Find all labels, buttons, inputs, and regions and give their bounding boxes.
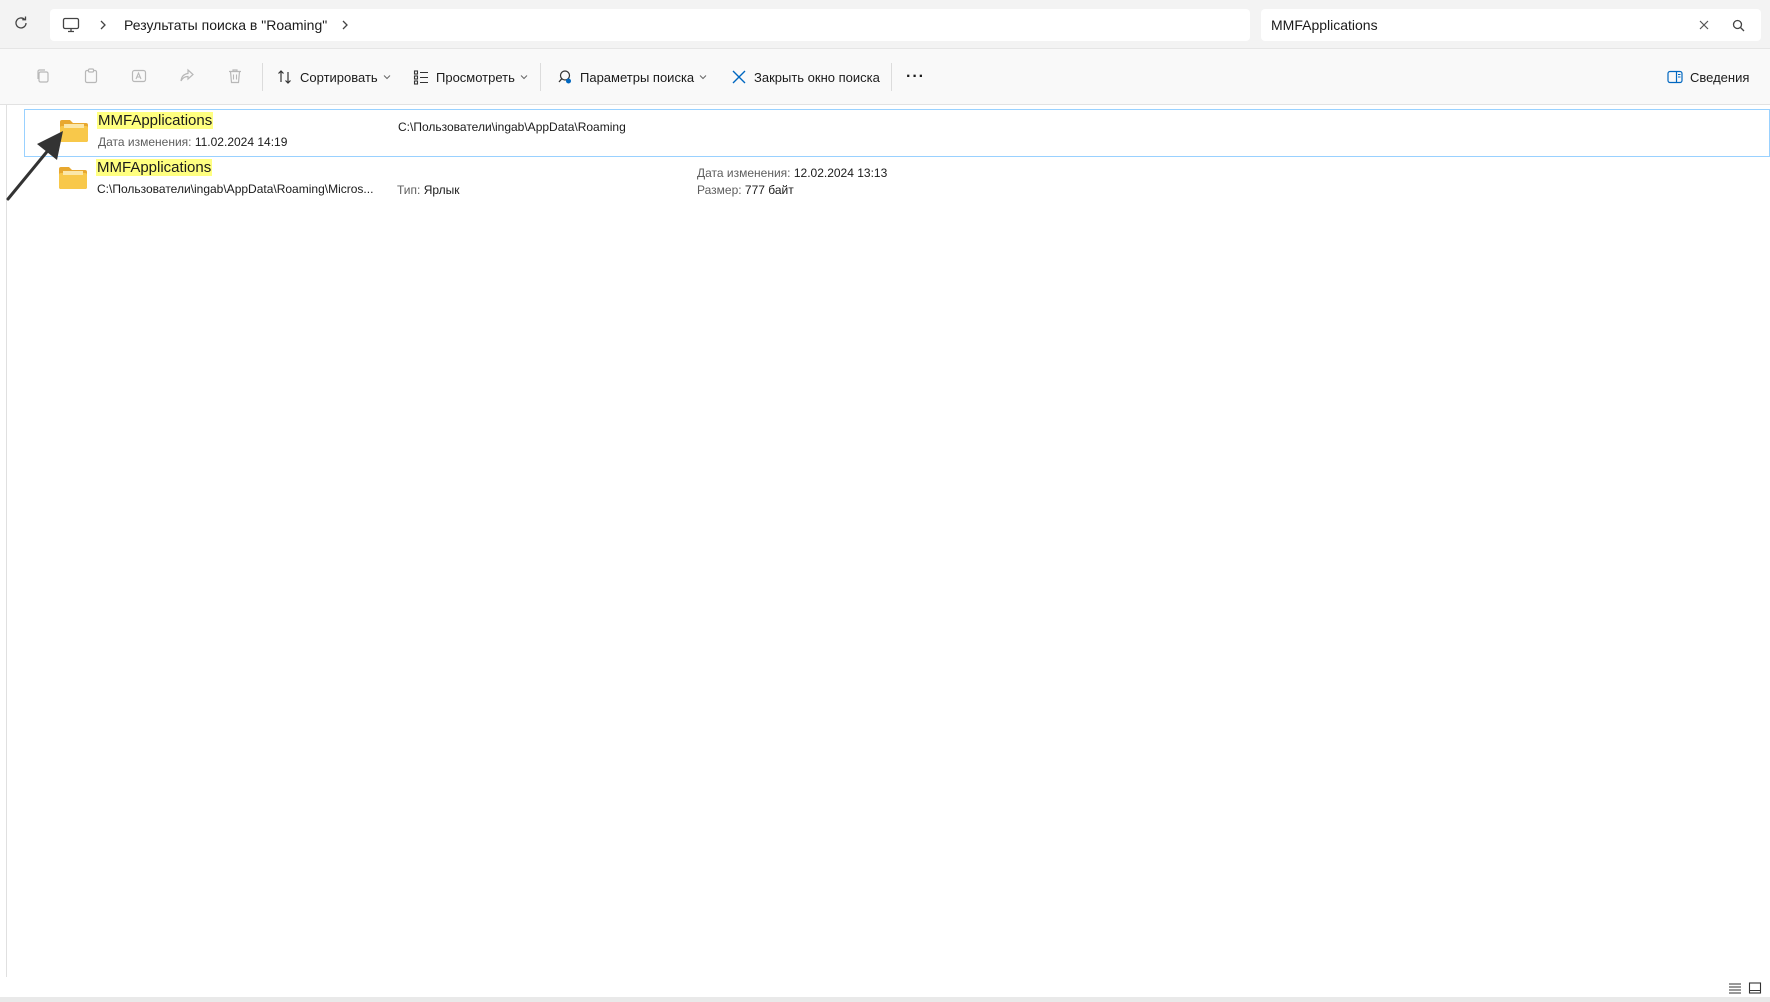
refresh-icon[interactable] bbox=[12, 14, 30, 32]
modified-value: 11.02.2024 14:19 bbox=[194, 135, 288, 149]
view-button[interactable]: Просмотреть bbox=[412, 63, 528, 91]
details-pane-icon bbox=[1667, 70, 1683, 84]
view-label: Просмотреть bbox=[436, 69, 515, 85]
large-icons-view-icon[interactable] bbox=[1748, 982, 1762, 994]
result-size: Размер: 777 байт bbox=[697, 183, 794, 197]
results-pane: MMFApplications Дата изменения: 11.02.20… bbox=[0, 105, 1770, 995]
result-location: C:\Пользователи\ingab\AppData\Roaming bbox=[398, 120, 626, 134]
chevron-down-icon bbox=[383, 75, 391, 80]
status-divider bbox=[0, 997, 1770, 1002]
chevron-down-icon bbox=[699, 75, 707, 80]
delete-icon[interactable] bbox=[226, 67, 244, 85]
chevron-down-icon bbox=[520, 75, 528, 80]
details-view-icon[interactable] bbox=[1728, 982, 1742, 994]
title-bar: Результаты поиска в "Roaming" MMFApplica… bbox=[0, 0, 1770, 49]
sort-label: Сортировать bbox=[300, 69, 378, 85]
modified-label: Дата изменения: bbox=[697, 166, 791, 180]
toolbar-separator bbox=[540, 63, 541, 91]
chevron-right-icon[interactable] bbox=[98, 18, 108, 32]
arrow-annotation bbox=[6, 131, 63, 201]
size-label: Размер: bbox=[697, 183, 742, 197]
close-search-label: Закрыть окно поиска bbox=[754, 69, 880, 85]
result-row[interactable]: MMFApplications Дата изменения: 11.02.20… bbox=[24, 109, 1770, 157]
more-label: ··· bbox=[906, 68, 925, 85]
rename-icon[interactable] bbox=[130, 67, 148, 85]
breadcrumb[interactable]: Результаты поиска в "Roaming" bbox=[124, 17, 327, 33]
sort-icon bbox=[278, 70, 291, 84]
type-value: Ярлык bbox=[423, 183, 460, 197]
pane-divider bbox=[6, 105, 7, 977]
computer-icon[interactable] bbox=[62, 17, 80, 33]
size-value: 777 байт bbox=[744, 183, 794, 197]
toolbar-separator bbox=[262, 63, 263, 91]
type-label: Тип: bbox=[397, 183, 421, 197]
command-bar: Сортировать Просмотреть Параметры поиска… bbox=[0, 49, 1770, 105]
close-icon[interactable] bbox=[1697, 18, 1711, 32]
view-icon bbox=[413, 70, 428, 85]
modified-value: 12.02.2024 13:13 bbox=[793, 166, 888, 180]
details-label: Сведения bbox=[1690, 69, 1750, 85]
search-input[interactable]: MMFApplications bbox=[1271, 17, 1378, 33]
result-modified: Дата изменения: 12.02.2024 13:13 bbox=[697, 166, 887, 180]
toolbar-separator bbox=[891, 63, 892, 91]
close-search-button[interactable]: Закрыть окно поиска bbox=[730, 63, 880, 91]
sort-button[interactable]: Сортировать bbox=[276, 63, 391, 91]
search-icon[interactable] bbox=[1731, 18, 1746, 33]
search-options-label: Параметры поиска bbox=[580, 69, 695, 85]
search-options-button[interactable]: Параметры поиска bbox=[556, 63, 707, 91]
result-type: Тип: Ярлык bbox=[397, 183, 460, 197]
details-button[interactable]: Сведения bbox=[1666, 63, 1749, 91]
result-modified: Дата изменения: 11.02.2024 14:19 bbox=[98, 135, 287, 149]
share-icon[interactable] bbox=[178, 67, 196, 85]
address-bar[interactable]: Результаты поиска в "Roaming" bbox=[50, 9, 1250, 41]
more-icon[interactable]: ··· bbox=[906, 63, 925, 91]
chevron-right-icon[interactable] bbox=[340, 18, 350, 32]
result-path: C:\Пользователи\ingab\AppData\Roaming\Mi… bbox=[97, 182, 374, 196]
search-options-icon bbox=[558, 70, 571, 84]
close-icon bbox=[732, 70, 746, 84]
result-row[interactable]: MMFApplications C:\Пользователи\ingab\Ap… bbox=[24, 157, 1768, 203]
search-box[interactable]: MMFApplications bbox=[1261, 9, 1761, 41]
copy-icon[interactable] bbox=[34, 67, 52, 85]
paste-icon[interactable] bbox=[82, 67, 100, 85]
